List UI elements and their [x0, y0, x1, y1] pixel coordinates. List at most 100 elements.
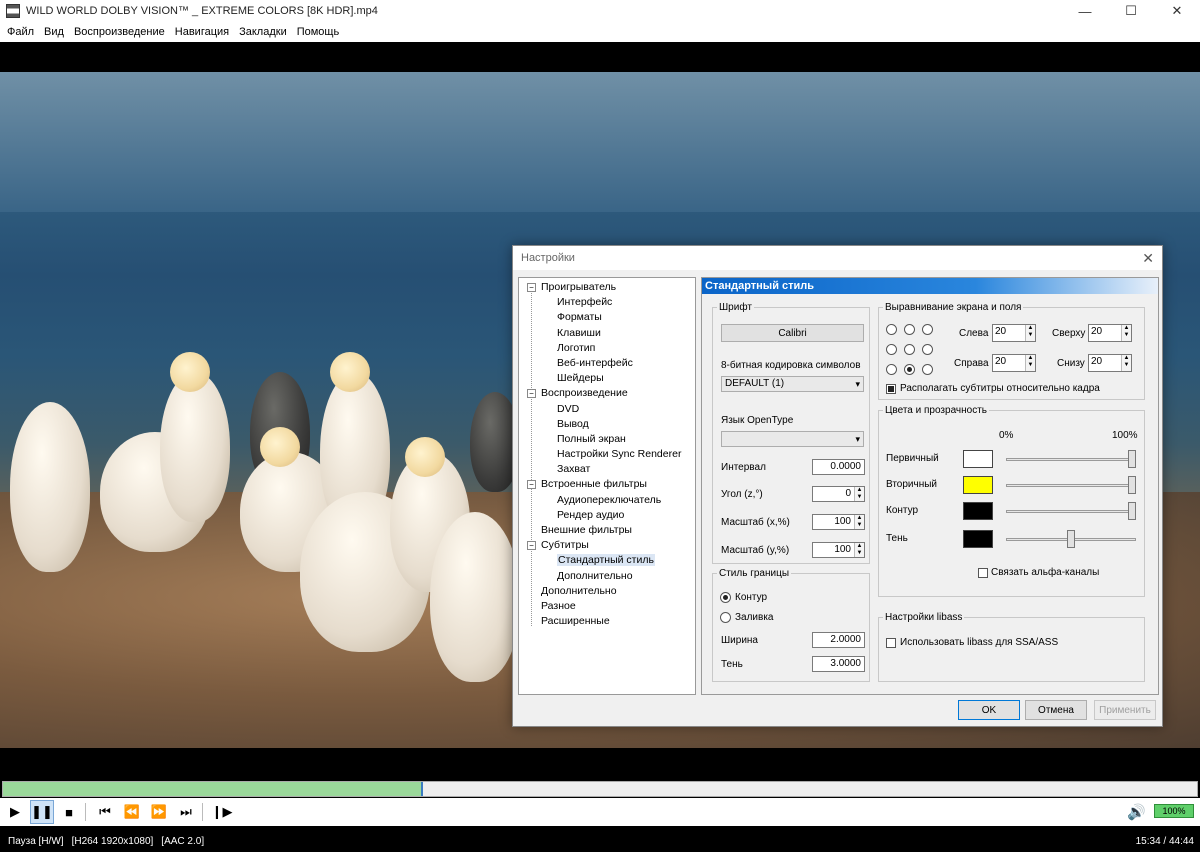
pause-icon[interactable]: ❚❚ [30, 800, 54, 824]
menu-file[interactable]: Файл [2, 26, 39, 38]
tree-item[interactable]: Захват [519, 462, 695, 477]
menu-bookmarks[interactable]: Закладки [234, 26, 292, 38]
tree-item[interactable]: Веб-интерфейс [519, 356, 695, 371]
margin-top-spin[interactable]: 20 ▲ ▼ [1088, 324, 1132, 342]
tree-item[interactable]: − Встроенные фильтры [519, 477, 695, 492]
align-radio-bottom-right[interactable] [922, 364, 933, 375]
align-radio-bottom-left[interactable] [886, 364, 897, 375]
shadow-input[interactable]: 3.0000 [812, 656, 865, 672]
align-radio-top-right[interactable] [922, 324, 933, 335]
cancel-button[interactable]: Отмена [1025, 700, 1087, 720]
menu-navigation[interactable]: Навигация [170, 26, 234, 38]
minimize-button[interactable]: — [1062, 0, 1108, 22]
tree-item[interactable]: − Проигрыватель [519, 280, 695, 295]
spin-arrows-icon[interactable]: ▲ ▼ [1121, 355, 1131, 371]
tree-item[interactable]: − Воспроизведение [519, 386, 695, 401]
scale-x-value: 100 [834, 516, 851, 527]
tree-item[interactable]: Настройки Sync Renderer [519, 447, 695, 462]
collapse-icon[interactable]: − [527, 283, 536, 292]
tree-item[interactable]: Клавиши [519, 326, 695, 341]
color-swatch[interactable] [963, 450, 993, 468]
border-width-input[interactable]: 2.0000 [812, 632, 865, 648]
tree-item[interactable]: Интерфейс [519, 295, 695, 310]
dialog-close-icon[interactable]: ✕ [1142, 250, 1154, 267]
tree-item[interactable]: Шейдеры [519, 371, 695, 386]
tree-item[interactable]: Расширенные [519, 614, 695, 629]
spin-arrows-icon[interactable]: ▲ ▼ [854, 543, 864, 557]
scale-x-spin[interactable]: 100 ▲ ▼ [812, 514, 865, 530]
collapse-icon[interactable]: − [527, 389, 536, 399]
spin-arrows-icon[interactable]: ▲ ▼ [854, 487, 864, 501]
fast-forward-icon[interactable]: ⏩ [147, 800, 171, 824]
opacity-slider[interactable] [1006, 502, 1136, 520]
frame-step-icon[interactable]: ❙▶ [210, 800, 234, 824]
slider-knob[interactable] [1128, 502, 1136, 520]
maximize-button[interactable]: ☐ [1108, 0, 1154, 22]
relative-to-frame-checkbox[interactable] [886, 384, 896, 394]
align-radio-middle-center[interactable] [904, 344, 915, 355]
close-button[interactable]: ✕ [1154, 0, 1200, 22]
seek-thumb[interactable] [420, 782, 423, 796]
align-radio-top-left[interactable] [886, 324, 897, 335]
angle-value: 0 [845, 488, 851, 499]
tree-item[interactable]: DVD [519, 402, 695, 417]
spin-arrows-icon[interactable]: ▲ ▼ [1121, 325, 1131, 341]
margin-right-spin[interactable]: 20 ▲ ▼ [992, 354, 1036, 372]
tree-item[interactable]: Полный экран [519, 432, 695, 447]
opacity-slider[interactable] [1006, 530, 1136, 548]
slider-knob[interactable] [1128, 450, 1136, 468]
opacity-slider[interactable] [1006, 450, 1136, 468]
tree-item[interactable]: Стандартный стиль [519, 553, 695, 568]
opentype-combo[interactable]: ▾ [721, 431, 864, 447]
rewind-icon[interactable]: ⏪ [120, 800, 144, 824]
speaker-icon[interactable]: 🔊 [1127, 803, 1146, 821]
tree-item[interactable]: − Субтитры [519, 538, 695, 553]
menu-playback[interactable]: Воспроизведение [69, 26, 170, 38]
margin-bottom-spin[interactable]: 20 ▲ ▼ [1088, 354, 1132, 372]
fill-radio[interactable] [720, 612, 731, 623]
align-radio-bottom-center[interactable] [904, 364, 915, 375]
volume-level[interactable]: 100% [1154, 804, 1194, 818]
collapse-icon[interactable]: − [527, 480, 536, 490]
tree-item[interactable]: Внешние фильтры [519, 523, 695, 538]
tree-item[interactable]: Аудиопереключатель [519, 493, 695, 508]
slider-knob[interactable] [1067, 530, 1075, 548]
collapse-icon[interactable]: − [527, 541, 536, 551]
tree-item[interactable]: Логотип [519, 341, 695, 356]
angle-spin[interactable]: 0 ▲ ▼ [812, 486, 865, 502]
color-swatch[interactable] [963, 502, 993, 520]
tree-item[interactable]: Дополнительно [519, 569, 695, 584]
color-swatch[interactable] [963, 530, 993, 548]
align-radio-top-center[interactable] [904, 324, 915, 335]
ok-button[interactable]: OK [958, 700, 1020, 720]
use-libass-checkbox[interactable] [886, 638, 896, 648]
align-radio-middle-right[interactable] [922, 344, 933, 355]
link-alpha-checkbox[interactable] [978, 568, 988, 578]
tree-item[interactable]: Форматы [519, 310, 695, 325]
spin-arrows-icon[interactable]: ▲ ▼ [1025, 355, 1035, 371]
color-swatch[interactable] [963, 476, 993, 494]
align-radio-middle-left[interactable] [886, 344, 897, 355]
tree-item[interactable]: Рендер аудио [519, 508, 695, 523]
spin-arrows-icon[interactable]: ▲ ▼ [854, 515, 864, 529]
tree-item[interactable]: Вывод [519, 417, 695, 432]
scale-y-spin[interactable]: 100 ▲ ▼ [812, 542, 865, 558]
tree-item[interactable]: Дополнительно [519, 584, 695, 599]
menu-view[interactable]: Вид [39, 26, 69, 38]
stop-icon[interactable]: ■ [57, 800, 81, 824]
margin-left-spin[interactable]: 20 ▲ ▼ [992, 324, 1036, 342]
charset-combo[interactable]: DEFAULT (1) ▾ [721, 376, 864, 392]
seek-bar[interactable] [2, 781, 1198, 797]
play-icon[interactable]: ▶ [3, 800, 27, 824]
interval-input[interactable]: 0.0000 [812, 459, 865, 475]
previous-icon[interactable]: ⏮ [93, 800, 117, 824]
next-icon[interactable]: ⏭ [174, 800, 198, 824]
apply-button[interactable]: Применить [1094, 700, 1156, 720]
menu-help[interactable]: Помощь [292, 26, 345, 38]
slider-knob[interactable] [1128, 476, 1136, 494]
tree-item[interactable]: Разное [519, 599, 695, 614]
opacity-slider[interactable] [1006, 476, 1136, 494]
font-button[interactable]: Calibri [721, 324, 864, 342]
spin-arrows-icon[interactable]: ▲ ▼ [1025, 325, 1035, 341]
outline-radio[interactable] [720, 592, 731, 603]
